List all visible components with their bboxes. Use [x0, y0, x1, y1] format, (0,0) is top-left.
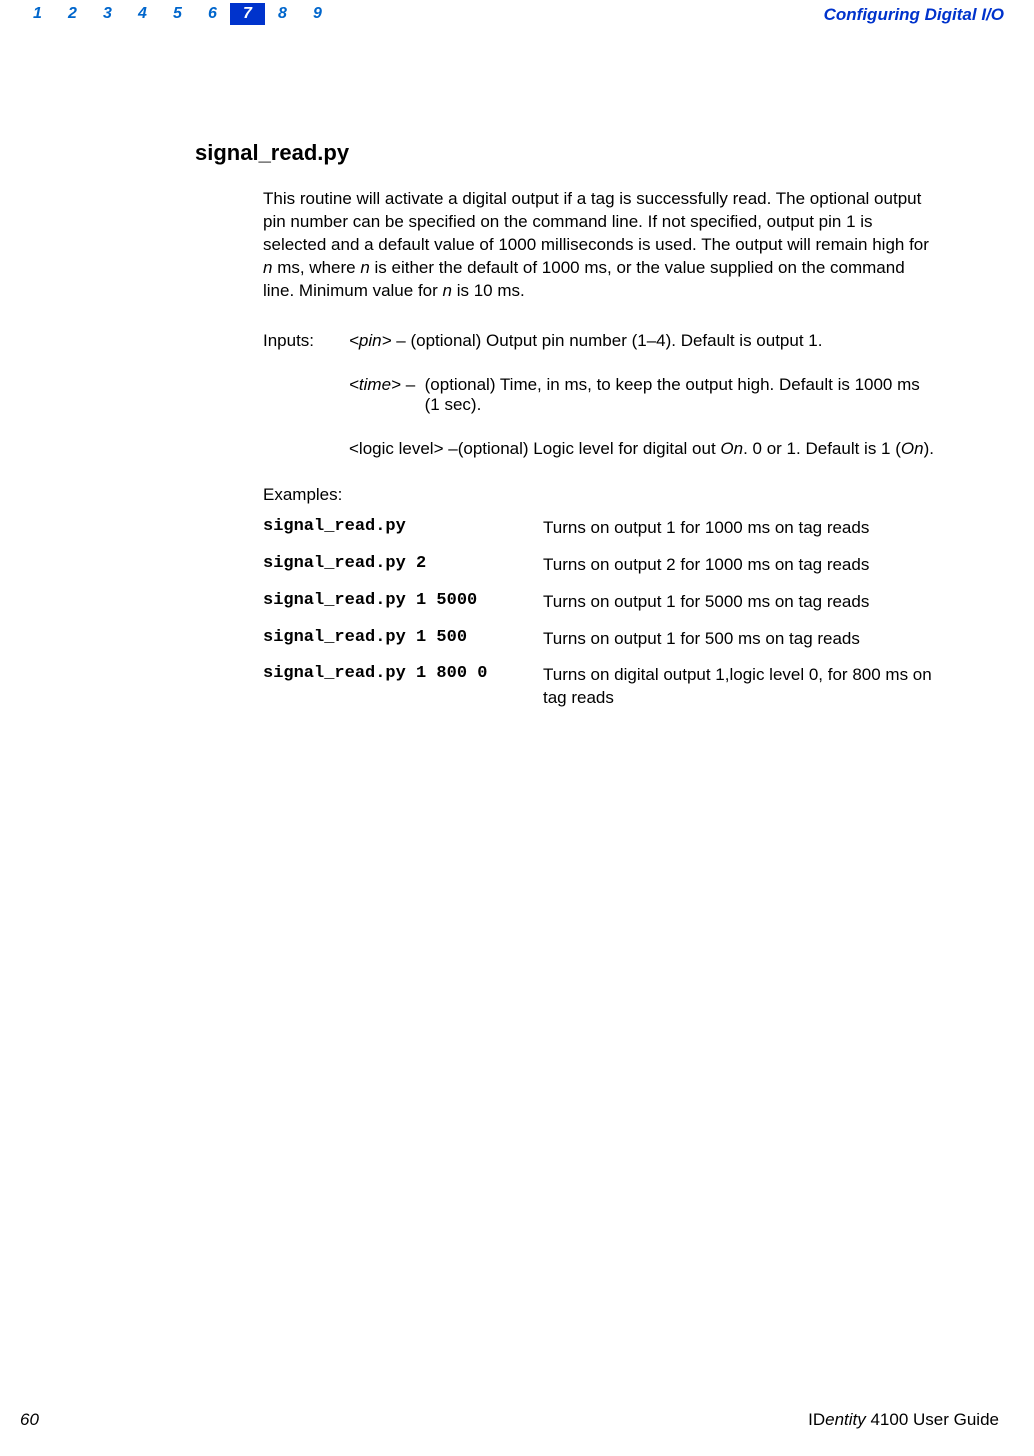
example-command: signal_read.py	[263, 517, 543, 536]
header-chapter-title: Configuring Digital I/O	[824, 3, 1004, 25]
example-description: Turns on output 1 for 1000 ms on tag rea…	[543, 517, 934, 540]
section-title: signal_read.py	[195, 140, 934, 166]
inputs-block: Inputs: <pin> – (optional) Output pin nu…	[263, 331, 934, 459]
examples-table: signal_read.pyTurns on output 1 for 1000…	[263, 517, 934, 711]
example-row: signal_read.py 1 800 0Turns on digital o…	[263, 664, 934, 710]
desc-variable-n: n	[443, 281, 452, 300]
chapter-tab-5[interactable]: 5	[160, 3, 195, 25]
input-row-pin: Inputs: <pin> – (optional) Output pin nu…	[263, 331, 934, 351]
example-command: signal_read.py 1 5000	[263, 591, 543, 610]
input-param-desc: (optional) Time, in ms, to keep the outp…	[425, 375, 934, 415]
desc-text: ms, where	[272, 258, 360, 277]
input-param-name: <pin>	[349, 331, 392, 350]
example-row: signal_read.py 1 500Turns on output 1 fo…	[263, 628, 934, 651]
page-footer: 60 IDentity 4100 User Guide	[0, 1410, 1034, 1430]
footer-brand: IDentity	[808, 1410, 866, 1429]
input-param-desc: (optional) Logic level for digital out O…	[458, 439, 934, 459]
input-time: <time> – (optional) Time, in ms, to keep…	[349, 375, 934, 415]
chapter-nav: 123456789	[20, 3, 335, 25]
section-body: This routine will activate a digital out…	[195, 188, 934, 710]
chapter-tab-6[interactable]: 6	[195, 3, 230, 25]
chapter-tab-4[interactable]: 4	[125, 3, 160, 25]
chapter-tab-9[interactable]: 9	[300, 3, 335, 25]
page-header: 123456789 Configuring Digital I/O	[0, 0, 1034, 30]
examples-label: Examples:	[263, 485, 934, 505]
chapter-tab-1[interactable]: 1	[20, 3, 55, 25]
chapter-tab-2[interactable]: 2	[55, 3, 90, 25]
footer-guide-title: IDentity 4100 User Guide	[808, 1410, 999, 1430]
input-param-name: <time>	[349, 375, 401, 394]
footer-guide-rest: 4100 User Guide	[866, 1410, 999, 1429]
content-area: signal_read.py This routine will activat…	[195, 140, 934, 724]
inputs-label: Inputs:	[263, 331, 349, 351]
input-sep: –	[401, 375, 420, 394]
chapter-tab-7[interactable]: 7	[230, 3, 265, 25]
example-command: signal_read.py 1 800 0	[263, 664, 543, 683]
example-description: Turns on output 2 for 1000 ms on tag rea…	[543, 554, 934, 577]
example-row: signal_read.py 1 5000Turns on output 1 f…	[263, 591, 934, 614]
example-row: signal_read.pyTurns on output 1 for 1000…	[263, 517, 934, 540]
example-command: signal_read.py 1 500	[263, 628, 543, 647]
desc-text: This routine will activate a digital out…	[263, 189, 929, 254]
chapter-tab-8[interactable]: 8	[265, 3, 300, 25]
example-command: signal_read.py 2	[263, 554, 543, 573]
input-param-name: <logic level>	[349, 439, 444, 458]
input-sep: –	[444, 439, 458, 458]
input-param-desc: – (optional) Output pin number (1–4). De…	[392, 331, 823, 350]
example-description: Turns on digital output 1,logic level 0,…	[543, 664, 934, 710]
example-row: signal_read.py 2Turns on output 2 for 10…	[263, 554, 934, 577]
section-description: This routine will activate a digital out…	[263, 188, 934, 303]
input-logic: <logic level> – (optional) Logic level f…	[349, 439, 934, 459]
chapter-tab-3[interactable]: 3	[90, 3, 125, 25]
input-row-logic: <logic level> – (optional) Logic level f…	[263, 439, 934, 459]
desc-text: is 10 ms.	[452, 281, 525, 300]
input-pin: <pin> – (optional) Output pin number (1–…	[349, 331, 934, 351]
desc-variable-n: n	[360, 258, 369, 277]
page-number: 60	[20, 1410, 39, 1430]
input-row-time: <time> – (optional) Time, in ms, to keep…	[263, 375, 934, 415]
example-description: Turns on output 1 for 5000 ms on tag rea…	[543, 591, 934, 614]
example-description: Turns on output 1 for 500 ms on tag read…	[543, 628, 934, 651]
